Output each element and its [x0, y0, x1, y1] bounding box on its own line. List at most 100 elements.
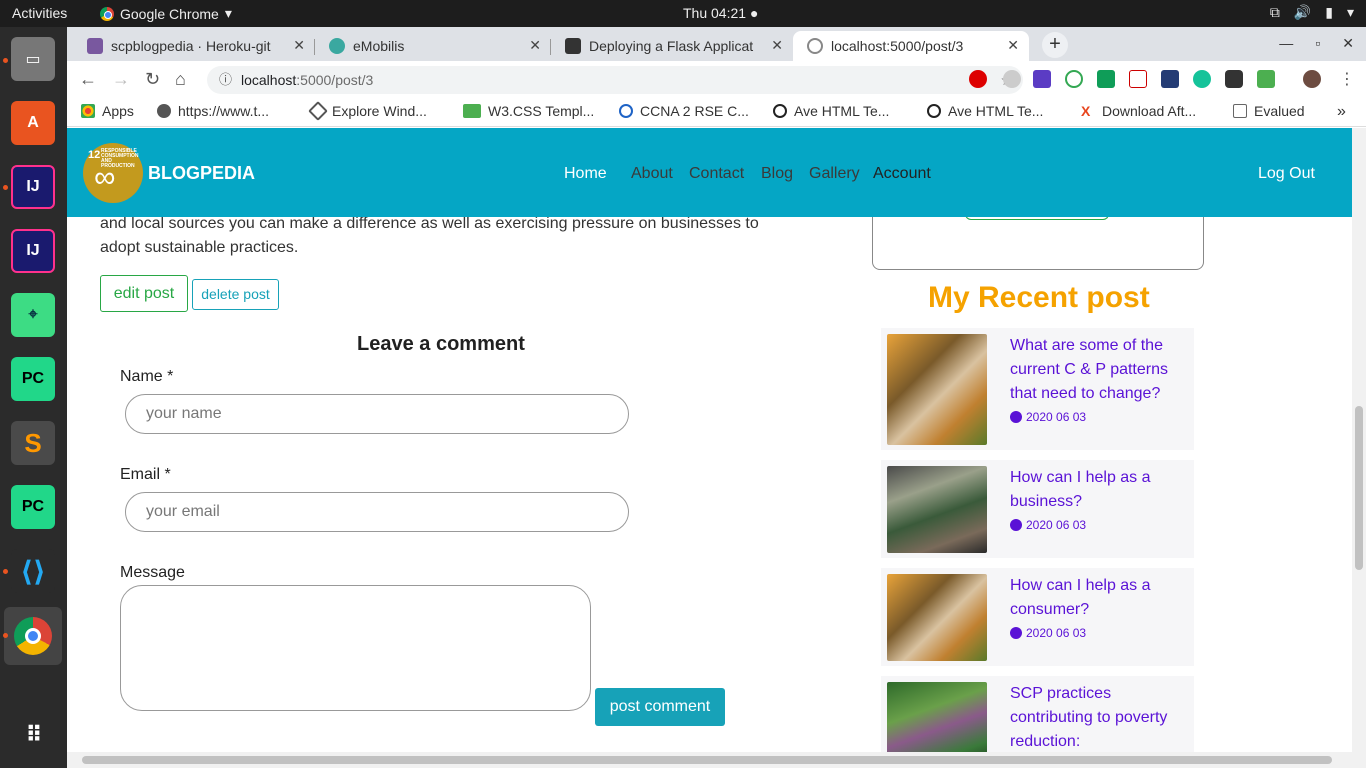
apps-icon	[81, 104, 95, 118]
files-icon[interactable]: ▭	[11, 37, 55, 81]
close-icon[interactable]: ✕	[293, 37, 305, 54]
recent-post-item[interactable]: How can I help as a consumer? 2020 06 03	[881, 568, 1194, 666]
running-indicator	[3, 185, 8, 190]
intellij-icon[interactable]: IJ	[11, 229, 55, 273]
close-icon[interactable]: ✕	[1007, 37, 1019, 54]
nav-account[interactable]: Account	[873, 165, 931, 183]
avatar[interactable]	[1303, 70, 1321, 88]
extension-icon[interactable]	[1065, 70, 1083, 88]
post-title-link[interactable]: SCP practices contributing to poverty re…	[1010, 682, 1180, 752]
maximize-icon[interactable]: ▫	[1315, 35, 1320, 52]
home-icon[interactable]: ⌂	[175, 69, 186, 90]
bookmark-item[interactable]: Ave HTML Te...	[927, 103, 1043, 119]
infinity-icon: ∞	[94, 161, 116, 194]
tab-label: Deploying a Flask Applicat	[589, 38, 754, 54]
edit-post-button[interactable]: edit post	[100, 275, 188, 312]
horizontal-scrollbar[interactable]	[67, 752, 1366, 768]
tab-emobilis[interactable]: eMobilis ✕	[315, 31, 551, 61]
post-date-text: 2020 06 03	[1026, 626, 1087, 640]
extension-icon[interactable]	[1003, 70, 1021, 88]
clock-icon	[1010, 627, 1022, 639]
browser-toolbar: ← → ↻ ⌂ ⓘ localhost:5000/post/3 ☆ ⋮	[67, 61, 1366, 97]
scrollbar-thumb[interactable]	[1355, 406, 1363, 570]
extension-icon[interactable]	[1129, 70, 1147, 88]
pycharm-icon[interactable]: PC	[11, 485, 55, 529]
bookmark-item[interactable]: X Download Aft...	[1081, 103, 1196, 119]
software-center-icon[interactable]: A	[11, 101, 55, 145]
dock: ▭ A IJ IJ ⌖ PC S PC ⟨⟩ ⠿	[0, 27, 67, 768]
close-icon[interactable]: ✕	[771, 37, 783, 54]
url-host: localhost	[241, 72, 297, 88]
vscode-icon[interactable]: ⟨⟩	[11, 549, 55, 593]
new-tab-button[interactable]: +	[1042, 32, 1068, 58]
show-apps-icon[interactable]: ⠿	[11, 713, 55, 757]
tab-heroku[interactable]: scpblogpedia · Heroku-git ✕	[73, 31, 315, 61]
forward-icon[interactable]: →	[112, 69, 130, 90]
emobilis-icon	[329, 38, 345, 54]
extension-icon[interactable]	[1225, 70, 1243, 88]
brand-name[interactable]: BLOGPEDIA	[148, 163, 255, 184]
extension-icon[interactable]	[1257, 70, 1275, 88]
bookmark-item[interactable]: Evalued	[1233, 103, 1305, 119]
post-title-link[interactable]: How can I help as a consumer?	[1010, 574, 1180, 622]
recent-post-item[interactable]: How can I help as a business? 2020 06 03	[881, 460, 1194, 558]
post-body: and local sources you can make a differe…	[100, 215, 759, 256]
sublime-text-icon[interactable]: S	[11, 421, 55, 465]
scrollbar-thumb[interactable]	[82, 756, 1332, 764]
close-icon[interactable]: ✕	[529, 37, 541, 54]
delete-post-button[interactable]: delete post	[192, 279, 279, 310]
extension-icon[interactable]	[1033, 70, 1051, 88]
bookmarks-bar: Apps https://www.t... Explore Wind... W3…	[67, 97, 1366, 127]
reload-icon[interactable]: ↻	[145, 69, 160, 90]
more-bookmarks-button[interactable]: »	[1337, 103, 1346, 121]
site-logo[interactable]: 12 RESPONSIBLE CONSUMPTION AND PRODUCTIO…	[83, 143, 143, 203]
vertical-scrollbar[interactable]	[1352, 128, 1366, 752]
email-input[interactable]: your email	[125, 492, 629, 532]
post-thumbnail[interactable]	[887, 574, 987, 661]
bookmark-item[interactable]: CCNA 2 RSE C...	[619, 103, 749, 119]
logout-link[interactable]: Log Out	[1258, 165, 1315, 183]
extension-icon[interactable]	[1161, 70, 1179, 88]
nav-gallery[interactable]: Gallery	[809, 165, 860, 183]
activities-button[interactable]: Activities	[12, 5, 67, 21]
minimize-icon[interactable]: —	[1279, 35, 1293, 52]
pycharm-icon[interactable]: PC	[11, 357, 55, 401]
bookmark-item[interactable]: https://www.t...	[157, 103, 269, 119]
bookmark-item[interactable]: Ave HTML Te...	[773, 103, 889, 119]
extension-icon[interactable]	[1097, 70, 1115, 88]
close-icon[interactable]: ✕	[1342, 35, 1354, 52]
bookmark-label: Ave HTML Te...	[794, 103, 890, 119]
post-comment-button[interactable]: post comment	[595, 688, 725, 726]
bookmark-apps[interactable]: Apps	[81, 103, 134, 119]
post-thumbnail[interactable]	[887, 466, 987, 553]
bookmark-label: Ave HTML Te...	[948, 103, 1044, 119]
nav-blog[interactable]: Blog	[761, 165, 793, 183]
name-input[interactable]: your name	[125, 394, 629, 434]
address-bar[interactable]: ⓘ localhost:5000/post/3 ☆	[207, 66, 1023, 94]
message-textarea[interactable]	[120, 585, 591, 711]
nav-about[interactable]: About	[631, 165, 673, 183]
android-studio-icon[interactable]: ⌖	[11, 293, 55, 337]
post-title-link[interactable]: How can I help as a business?	[1010, 466, 1180, 514]
nav-home[interactable]: Home	[564, 165, 607, 183]
system-tray[interactable]: ⧉ 🔊 ▮ ▾	[1270, 4, 1354, 21]
grammarly-icon[interactable]	[1193, 70, 1211, 88]
recent-post-item[interactable]: What are some of the current C & P patte…	[881, 328, 1194, 450]
post-thumbnail[interactable]	[887, 334, 987, 445]
back-icon[interactable]: ←	[79, 69, 97, 90]
url-path: :5000/post/3	[296, 72, 374, 88]
nav-contact[interactable]: Contact	[689, 165, 744, 183]
bookmark-item[interactable]: W3.CSS Templ...	[463, 103, 594, 119]
app-menu[interactable]: Google Chrome ▾	[100, 5, 232, 22]
bookmark-item[interactable]: Explore Wind...	[308, 101, 427, 121]
post-thumbnail[interactable]	[887, 682, 987, 752]
intellij-icon[interactable]: IJ	[11, 165, 55, 209]
clock[interactable]: Thu 04:21 ●	[683, 5, 758, 21]
adblock-icon[interactable]	[969, 70, 987, 88]
tab-flask-deploy[interactable]: Deploying a Flask Applicat ✕	[551, 31, 793, 61]
menu-icon[interactable]: ⋮	[1339, 69, 1355, 89]
chrome-icon[interactable]	[4, 607, 62, 665]
recent-post-item[interactable]: SCP practices contributing to poverty re…	[881, 676, 1194, 752]
post-title-link[interactable]: What are some of the current C & P patte…	[1010, 334, 1180, 406]
tab-localhost[interactable]: localhost:5000/post/3 ✕	[793, 31, 1029, 61]
